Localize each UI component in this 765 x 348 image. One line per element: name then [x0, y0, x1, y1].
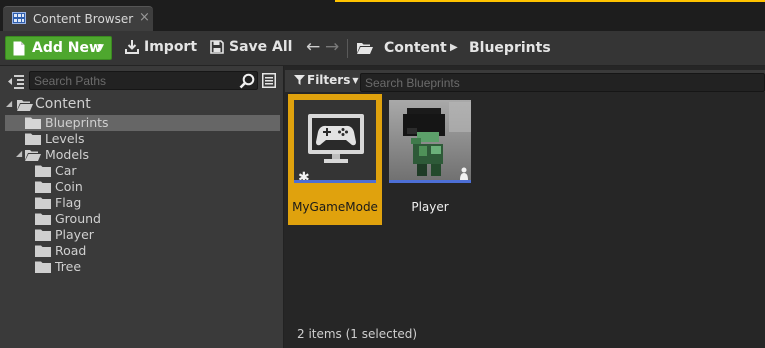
asset-thumbnail — [389, 100, 471, 183]
character-icon — [389, 100, 471, 183]
asset-thumbnail: ✱ — [294, 100, 376, 183]
add-new-label: Add New — [32, 40, 102, 56]
view-options-icon[interactable] — [262, 73, 276, 88]
breadcrumb-separator-icon[interactable]: ▶ — [450, 42, 458, 53]
filters-button[interactable]: Filters ▼ — [294, 73, 359, 87]
chevron-down-icon: ▼ — [352, 76, 359, 85]
tree-node-content[interactable]: ◢ Content — [0, 96, 284, 113]
folder-icon — [35, 197, 51, 209]
expanded-arrow-icon[interactable]: ◢ — [16, 149, 22, 158]
breadcrumb-blueprints[interactable]: Blueprints — [469, 40, 551, 56]
path-search-row — [0, 70, 284, 92]
close-tab-icon[interactable]: × — [139, 10, 150, 25]
search-paths-input[interactable] — [34, 73, 234, 89]
tab-title: Content Browser — [33, 12, 134, 26]
tree-node-road[interactable]: Road — [35, 243, 280, 259]
search-paths-box — [29, 71, 258, 90]
back-arrow-icon[interactable]: ← — [306, 39, 320, 56]
tree-label: Flag — [55, 195, 82, 210]
add-new-button[interactable]: Add New ▼ — [5, 36, 112, 60]
asset-view-panel: Filters▼ ✱ MyGameMode — [285, 66, 765, 348]
breadcrumb-content[interactable]: Content — [384, 40, 447, 56]
asset-name: MyGameMode — [292, 200, 378, 214]
folder-icon — [35, 229, 51, 241]
tree-label: Road — [55, 243, 87, 258]
folder-icon — [35, 213, 51, 225]
tab-strip: Content Browser × — [0, 0, 765, 31]
search-blueprints-box — [360, 73, 765, 92]
import-button[interactable]: Import — [125, 36, 197, 60]
asset-name: Player — [411, 200, 449, 214]
tree-label: Car — [55, 163, 77, 178]
forward-arrow-icon[interactable]: → — [325, 39, 339, 56]
toolbar-separator — [347, 39, 348, 58]
expanded-arrow-icon[interactable]: ◢ — [6, 99, 12, 108]
gamepad-icon: ✱ — [294, 100, 376, 183]
sources-panel: ◢ Content Blueprints Levels ◢ Models Car… — [0, 66, 284, 348]
tab-content-browser[interactable]: Content Browser × — [3, 6, 153, 31]
new-document-icon — [13, 41, 25, 56]
tree-label: Ground — [55, 211, 101, 226]
folder-open-icon — [357, 43, 373, 54]
folder-open-icon — [17, 100, 33, 111]
folder-icon — [25, 133, 41, 145]
tree-label: Tree — [55, 259, 82, 274]
filter-funnel-icon — [294, 75, 305, 85]
chevron-down-icon: ▼ — [97, 43, 104, 53]
folder-icon — [35, 165, 51, 177]
filters-label: Filters — [307, 73, 351, 87]
tree-node-coin[interactable]: Coin — [35, 179, 280, 195]
folder-open-icon — [25, 150, 41, 161]
tree-node-car[interactable]: Car — [35, 163, 280, 179]
folder-icon — [25, 117, 41, 129]
tree-label: Content — [35, 96, 91, 112]
tree-node-levels[interactable]: Levels — [5, 131, 280, 147]
import-label: Import — [144, 39, 198, 55]
asset-count-status: 2 items (1 selected) — [297, 327, 418, 341]
folder-icon — [35, 181, 51, 193]
tree-node-blueprints[interactable]: Blueprints — [5, 115, 280, 131]
toolbar: Add New ▼ Import Save All ← → Content ▶ … — [0, 31, 765, 66]
save-all-label: Save All — [229, 39, 293, 55]
save-icon — [210, 40, 224, 54]
tree-node-player[interactable]: Player — [35, 227, 280, 243]
asset-type-bar — [389, 180, 471, 183]
search-blueprints-input[interactable] — [365, 75, 755, 91]
asset-tile-player[interactable]: Player — [383, 94, 477, 225]
save-all-button[interactable]: Save All — [210, 36, 292, 60]
tree-label: Coin — [55, 179, 83, 194]
active-panel-highlight — [335, 0, 765, 2]
import-icon — [125, 40, 139, 54]
tree-label: Blueprints — [45, 115, 109, 130]
folder-icon — [35, 261, 51, 273]
tree-node-tree[interactable]: Tree — [35, 259, 280, 275]
asset-tile-mygamemode[interactable]: ✱ MyGameMode — [288, 94, 382, 225]
tree-label: Models — [45, 147, 90, 162]
tree-node-models[interactable]: ◢ Models — [5, 147, 280, 163]
tree-label: Player — [55, 227, 94, 242]
collapse-sources-icon[interactable] — [8, 74, 24, 89]
tree-label: Levels — [45, 131, 85, 146]
folder-icon — [35, 245, 51, 257]
asset-type-bar — [294, 180, 376, 183]
content-browser-icon — [12, 12, 26, 24]
tree-node-ground[interactable]: Ground — [35, 211, 280, 227]
tree-node-flag[interactable]: Flag — [35, 195, 280, 211]
filter-bar: Filters ▼ — [285, 70, 765, 92]
search-icon[interactable] — [239, 73, 255, 89]
